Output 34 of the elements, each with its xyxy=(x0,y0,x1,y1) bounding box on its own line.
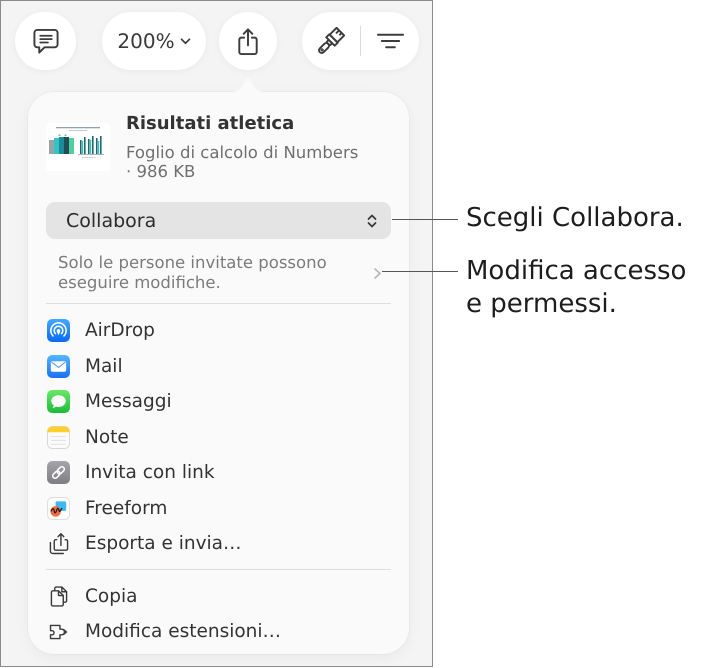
export-icon xyxy=(48,532,68,556)
paintbrush-icon xyxy=(317,27,345,55)
file-title: Risultati atletica xyxy=(126,113,296,135)
share-option[interactable]: Freeform xyxy=(46,490,391,526)
up-down-chevron-icon xyxy=(367,212,377,228)
file-type: Foglio di calcolo di Numbers xyxy=(126,143,358,162)
share-option[interactable]: Esporta e invia… xyxy=(46,526,391,562)
share-option[interactable]: Messaggi xyxy=(46,384,391,420)
file-size: · 986 KB xyxy=(126,162,196,181)
envelope-icon xyxy=(47,354,70,378)
callout-text: Scegli Collabora. xyxy=(466,202,685,235)
speech-bubble-icon xyxy=(32,28,60,54)
menu-action[interactable]: Modifica estensioni… xyxy=(46,614,391,650)
chevron-down-icon xyxy=(180,38,191,44)
share-option[interactable]: Invita con link xyxy=(46,455,391,490)
share-option[interactable]: Mail xyxy=(46,348,391,384)
copy-icon xyxy=(50,586,68,607)
zoom-button[interactable]: 200% xyxy=(102,12,206,70)
share-icon xyxy=(236,26,260,56)
speech-bubble-icon xyxy=(47,390,70,414)
access-settings-button[interactable]: Solo le persone invitate possono eseguire modifiche. xyxy=(46,251,391,293)
notepad-icon xyxy=(47,426,70,449)
scribble-board-icon xyxy=(47,496,70,520)
menu-action[interactable]: Copia xyxy=(46,578,391,614)
callout-text: Modifica accesso e permessi. xyxy=(466,255,688,321)
extension-icon xyxy=(48,624,68,640)
filter-lines-icon xyxy=(376,33,404,49)
chevron-right-icon xyxy=(374,268,381,278)
leader-line xyxy=(392,219,458,220)
link-icon xyxy=(47,461,70,484)
signal-rings-icon xyxy=(47,319,70,342)
mode-select[interactable]: Collabora xyxy=(46,202,391,239)
share-option[interactable]: Note xyxy=(46,420,391,455)
share-option[interactable]: AirDrop xyxy=(46,313,391,348)
